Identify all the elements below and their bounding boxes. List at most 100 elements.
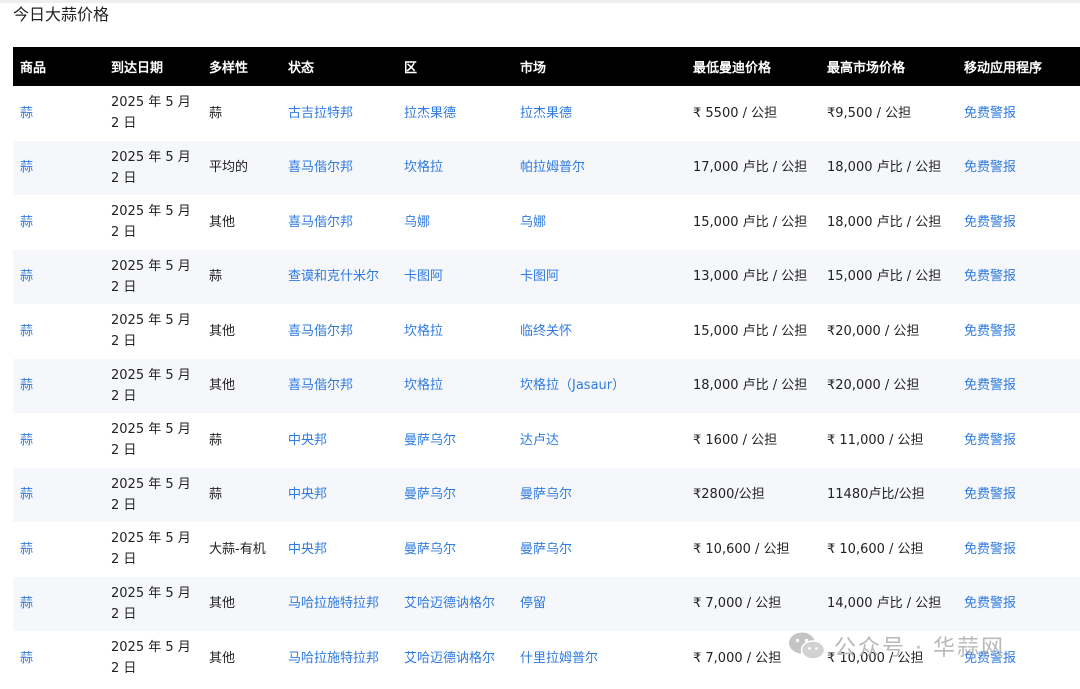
cell-min-price: 17,000 卢比 / 公担 <box>693 160 808 176</box>
cell-free-alert-link[interactable]: 免费警报 <box>964 651 1016 666</box>
cell-state[interactable]: 喜马偕尔邦 <box>288 215 353 230</box>
cell-commodity[interactable]: 蒜 <box>20 542 33 557</box>
cell-district[interactable]: 卡图阿 <box>404 269 443 284</box>
cell-state-cell: 查谟和克什米尔 <box>281 250 397 305</box>
cell-market[interactable]: 曼萨乌尔 <box>520 487 572 502</box>
cell-free-alert-link[interactable]: 免费警报 <box>964 160 1016 175</box>
cell-market[interactable]: 什里拉姆普尔 <box>520 651 598 666</box>
cell-arrival-date: 2025 年 5 月 2 日 <box>111 476 191 513</box>
cell-state[interactable]: 喜马偕尔邦 <box>288 324 353 339</box>
header-arrival-date[interactable]: 到达日期 <box>104 47 202 86</box>
cell-district[interactable]: 坎格拉 <box>404 160 443 175</box>
cell-district[interactable]: 艾哈迈德讷格尔 <box>404 651 495 666</box>
header-max-price[interactable]: 最高市场价格 <box>820 47 957 86</box>
header-commodity[interactable]: 商品 <box>13 47 104 86</box>
cell-market[interactable]: 拉杰果德 <box>520 106 572 121</box>
cell-state[interactable]: 中央邦 <box>288 433 327 448</box>
cell-market[interactable]: 帕拉姆普尔 <box>520 160 585 175</box>
cell-state[interactable]: 查谟和克什米尔 <box>288 269 379 284</box>
cell-market-cell: 乌娜 <box>513 195 686 250</box>
cell-district[interactable]: 曼萨乌尔 <box>404 433 456 448</box>
table-row: 蒜 2025 年 5 月 2 日 蒜 中央邦 曼萨乌尔 曼萨乌尔 ₹2800/公担 11480… <box>13 467 1080 523</box>
cell-state[interactable]: 喜马偕尔邦 <box>288 378 353 393</box>
cell-commodity[interactable]: 蒜 <box>20 215 33 230</box>
cell-free-alert-link[interactable]: 免费警报 <box>964 269 1016 284</box>
cell-market[interactable]: 卡图阿 <box>520 269 559 284</box>
cell-state[interactable]: 马哈拉施特拉邦 <box>288 651 379 666</box>
cell-district[interactable]: 拉杰果德 <box>404 106 456 121</box>
table-row: 蒜 2025 年 5 月 2 日 其他 喜马偕尔邦 乌娜 乌娜 15,000 卢比 / 公担… <box>13 195 1080 250</box>
cell-free-alert-link[interactable]: 免费警报 <box>964 106 1016 121</box>
cell-arrival-date: 2025 年 5 月 2 日 <box>111 585 191 622</box>
table-row: 蒜 2025 年 5 月 2 日 蒜 查谟和克什米尔 卡图阿 卡图阿 13,000 卢比 /… <box>13 249 1080 305</box>
cell-state-cell: 中央邦 <box>281 468 397 523</box>
cell-district-cell: 坎格拉 <box>397 304 513 359</box>
cell-free-alert-link-cell: 免费警报 <box>957 195 1080 250</box>
cell-district[interactable]: 乌娜 <box>404 215 430 230</box>
cell-state[interactable]: 中央邦 <box>288 542 327 557</box>
cell-district[interactable]: 坎格拉 <box>404 324 443 339</box>
table-row: 蒜 2025 年 5 月 2 日 大蒜-有机 中央邦 曼萨乌尔 曼萨乌尔 ₹ 10,600 … <box>13 522 1080 577</box>
cell-min-price-cell: ₹ 7,000 / 公担 <box>686 631 820 686</box>
header-mobile-app[interactable]: 移动应用程序 <box>957 47 1080 86</box>
cell-district-cell: 曼萨乌尔 <box>397 413 513 468</box>
cell-market[interactable]: 坎格拉（Jasaur） <box>520 378 625 393</box>
cell-variety: 其他 <box>209 323 236 339</box>
cell-free-alert-link[interactable]: 免费警报 <box>964 378 1016 393</box>
table-row: 蒜 2025 年 5 月 2 日 其他 马哈拉施特拉邦 艾哈迈德讷格尔 什里拉姆普尔 ₹ 7… <box>13 631 1080 686</box>
cell-state[interactable]: 喜马偕尔邦 <box>288 160 353 175</box>
cell-market-cell: 坎格拉（Jasaur） <box>513 359 686 414</box>
table-row: 蒜 2025 年 5 月 2 日 平均的 喜马偕尔邦 坎格拉 帕拉姆普尔 17,000 卢比… <box>13 140 1080 196</box>
cell-free-alert-link[interactable]: 免费警报 <box>964 215 1016 230</box>
cell-free-alert-link[interactable]: 免费警报 <box>964 433 1016 448</box>
header-variety[interactable]: 多样性 <box>202 47 281 86</box>
cell-commodity-cell: 蒜 <box>13 141 104 196</box>
cell-market[interactable]: 乌娜 <box>520 215 546 230</box>
cell-market-cell: 拉杰果德 <box>513 86 686 141</box>
cell-market[interactable]: 达卢达 <box>520 433 559 448</box>
cell-state[interactable]: 马哈拉施特拉邦 <box>288 596 379 611</box>
cell-market-cell: 曼萨乌尔 <box>513 468 686 523</box>
cell-free-alert-link[interactable]: 免费警报 <box>964 324 1016 339</box>
cell-max-price: ₹ 11,000 / 公担 <box>827 432 924 448</box>
cell-district[interactable]: 曼萨乌尔 <box>404 542 456 557</box>
header-district[interactable]: 区 <box>397 47 513 86</box>
cell-variety: 大蒜-有机 <box>209 541 266 557</box>
cell-arrival-date-cell: 2025 年 5 月 2 日 <box>104 250 202 305</box>
cell-district-cell: 艾哈迈德讷格尔 <box>397 577 513 632</box>
cell-arrival-date: 2025 年 5 月 2 日 <box>111 422 191 459</box>
cell-district[interactable]: 坎格拉 <box>404 378 443 393</box>
header-state[interactable]: 状态 <box>281 47 397 86</box>
cell-min-price-cell: ₹ 10,600 / 公担 <box>686 522 820 577</box>
cell-commodity[interactable]: 蒜 <box>20 106 33 121</box>
cell-free-alert-link[interactable]: 免费警报 <box>964 596 1016 611</box>
cell-market[interactable]: 临终关怀 <box>520 324 572 339</box>
cell-district[interactable]: 曼萨乌尔 <box>404 487 456 502</box>
cell-commodity[interactable]: 蒜 <box>20 651 33 666</box>
cell-commodity[interactable]: 蒜 <box>20 487 33 502</box>
cell-commodity[interactable]: 蒜 <box>20 269 33 284</box>
cell-state[interactable]: 古吉拉特邦 <box>288 106 353 121</box>
cell-commodity-cell: 蒜 <box>13 86 104 141</box>
cell-market[interactable]: 停留 <box>520 596 546 611</box>
page-title: 今日大蒜价格 <box>13 5 110 24</box>
cell-state[interactable]: 中央邦 <box>288 487 327 502</box>
cell-max-price-cell: 15,000 卢比 / 公担 <box>820 250 957 305</box>
header-market[interactable]: 市场 <box>513 47 686 86</box>
cell-free-alert-link-cell: 免费警报 <box>957 413 1080 468</box>
cell-commodity[interactable]: 蒜 <box>20 596 33 611</box>
cell-commodity[interactable]: 蒜 <box>20 378 33 393</box>
cell-commodity[interactable]: 蒜 <box>20 160 33 175</box>
cell-market[interactable]: 曼萨乌尔 <box>520 542 572 557</box>
header-min-price[interactable]: 最低曼迪价格 <box>686 47 820 86</box>
cell-variety: 其他 <box>209 650 236 666</box>
cell-free-alert-link[interactable]: 免费警报 <box>964 487 1016 502</box>
cell-variety: 蒜 <box>209 432 223 448</box>
cell-free-alert-link-cell: 免费警报 <box>957 468 1080 523</box>
cell-district-cell: 拉杰果德 <box>397 86 513 141</box>
cell-free-alert-link[interactable]: 免费警报 <box>964 542 1016 557</box>
cell-variety-cell: 蒜 <box>202 413 281 468</box>
cell-district[interactable]: 艾哈迈德讷格尔 <box>404 596 495 611</box>
cell-commodity[interactable]: 蒜 <box>20 433 33 448</box>
cell-commodity[interactable]: 蒜 <box>20 324 33 339</box>
